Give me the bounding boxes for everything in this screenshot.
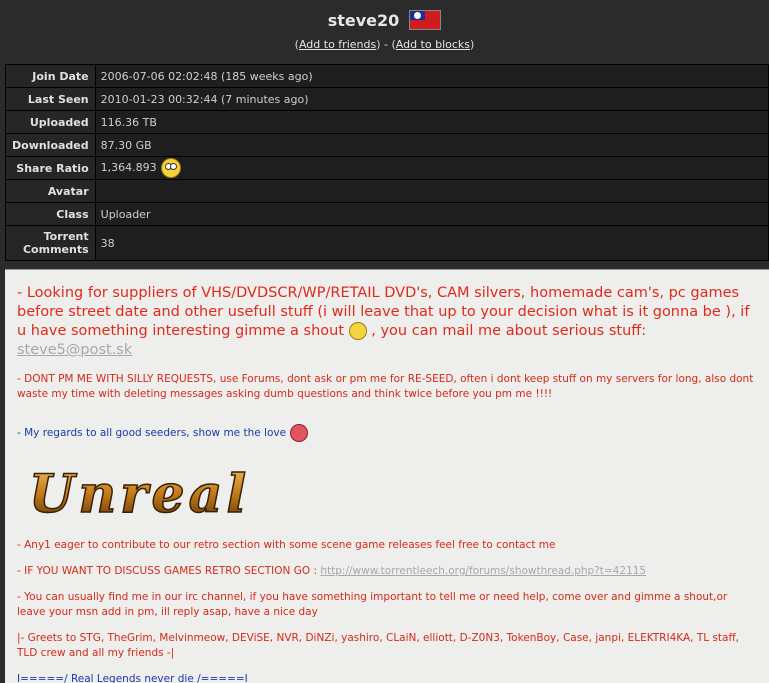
info-row-class: Class Uploader bbox=[5, 202, 769, 226]
info-row-join-date: Join Date 2006-07-06 02:02:48 (185 weeks… bbox=[5, 64, 769, 88]
regards-paragraph: - My regards to all good seeders, show m… bbox=[17, 424, 757, 442]
unreal-logo-text: Unreal bbox=[29, 464, 250, 525]
info-label: Torrent Comments bbox=[5, 225, 96, 261]
legends-text: I=====/ Real Legends never die /=====I bbox=[17, 673, 248, 683]
info-label: Uploaded bbox=[5, 110, 96, 134]
info-row-share-ratio: Share Ratio 1,364.893 bbox=[5, 156, 769, 180]
suppliers-paragraph: - Looking for suppliers of VHS/DVDSCR/WP… bbox=[17, 284, 757, 360]
info-label: Join Date bbox=[5, 64, 96, 88]
profile-actions: (Add to friends) - (Add to blocks) bbox=[294, 38, 475, 51]
info-label: Last Seen bbox=[5, 87, 96, 111]
info-value bbox=[94, 179, 769, 203]
add-to-blocks-link[interactable]: Add to blocks bbox=[396, 38, 470, 51]
info-value: 87.30 GB bbox=[94, 133, 769, 157]
forum-thread-link[interactable]: http://www.torrentleech.org/forums/showt… bbox=[320, 565, 646, 577]
unreal-logo: Unreal bbox=[21, 460, 757, 530]
profile-info-table: Join Date 2006-07-06 02:02:48 (185 weeks… bbox=[5, 64, 769, 261]
info-value: 2006-07-06 02:02:48 (185 weeks ago) bbox=[94, 64, 769, 88]
discuss-text: - IF YOU WANT TO DISCUSS GAMES RETRO SEC… bbox=[17, 565, 318, 577]
info-row-downloaded: Downloaded 87.30 GB bbox=[5, 133, 769, 157]
wink-smiley-icon bbox=[348, 322, 367, 340]
info-label: Share Ratio bbox=[5, 156, 96, 180]
info-label: Class bbox=[5, 202, 96, 226]
discuss-paragraph: - IF YOU WANT TO DISCUSS GAMES RETRO SEC… bbox=[17, 564, 757, 579]
info-label: Avatar bbox=[5, 179, 96, 203]
dont-pm-text: - DONT PM ME WITH SILLY REQUESTS, use Fo… bbox=[17, 373, 754, 400]
info-row-uploaded: Uploaded 116.36 TB bbox=[5, 110, 769, 134]
profile-header: steve20 (Add to friends) - (Add to block… bbox=[0, 0, 769, 64]
country-flag-icon bbox=[409, 10, 442, 30]
love-smiley-icon bbox=[290, 424, 309, 442]
username-row: steve20 bbox=[0, 0, 769, 31]
mail-text: , you can mail me about serious stuff: bbox=[371, 323, 647, 339]
email-link[interactable]: steve5@post.sk bbox=[17, 342, 132, 358]
info-row-torrent-comments: Torrent Comments 38 bbox=[5, 225, 769, 261]
info-value: 38 bbox=[94, 225, 769, 261]
info-value: 1,364.893 bbox=[100, 161, 157, 174]
ratio-smiley-icon bbox=[160, 158, 181, 178]
username: steve20 bbox=[327, 10, 400, 30]
irc-text: - You can usually find me in our irc cha… bbox=[17, 591, 728, 618]
greets-text: |- Greets to STG, TheGrim, Melvinmeow, D… bbox=[17, 632, 740, 659]
add-to-friends-link[interactable]: Add to friends bbox=[299, 38, 376, 51]
regards-text: - My regards to all good seeders, show m… bbox=[17, 427, 287, 439]
info-label: Downloaded bbox=[5, 133, 96, 157]
info-value-cell: 1,364.893 bbox=[94, 156, 769, 180]
info-value: Uploader bbox=[94, 202, 769, 226]
info-row-avatar: Avatar bbox=[5, 179, 769, 203]
info-row-last-seen: Last Seen 2010-01-23 00:32:44 (7 minutes… bbox=[5, 87, 769, 111]
info-value: 2010-01-23 00:32:44 (7 minutes ago) bbox=[94, 87, 769, 111]
contribute-text: - Any1 eager to contribute to our retro … bbox=[17, 539, 556, 551]
unreal-logo-graphic: Unreal bbox=[28, 463, 250, 526]
profile-description: - Looking for suppliers of VHS/DVDSCR/WP… bbox=[5, 269, 769, 683]
info-value: 116.36 TB bbox=[94, 110, 769, 134]
